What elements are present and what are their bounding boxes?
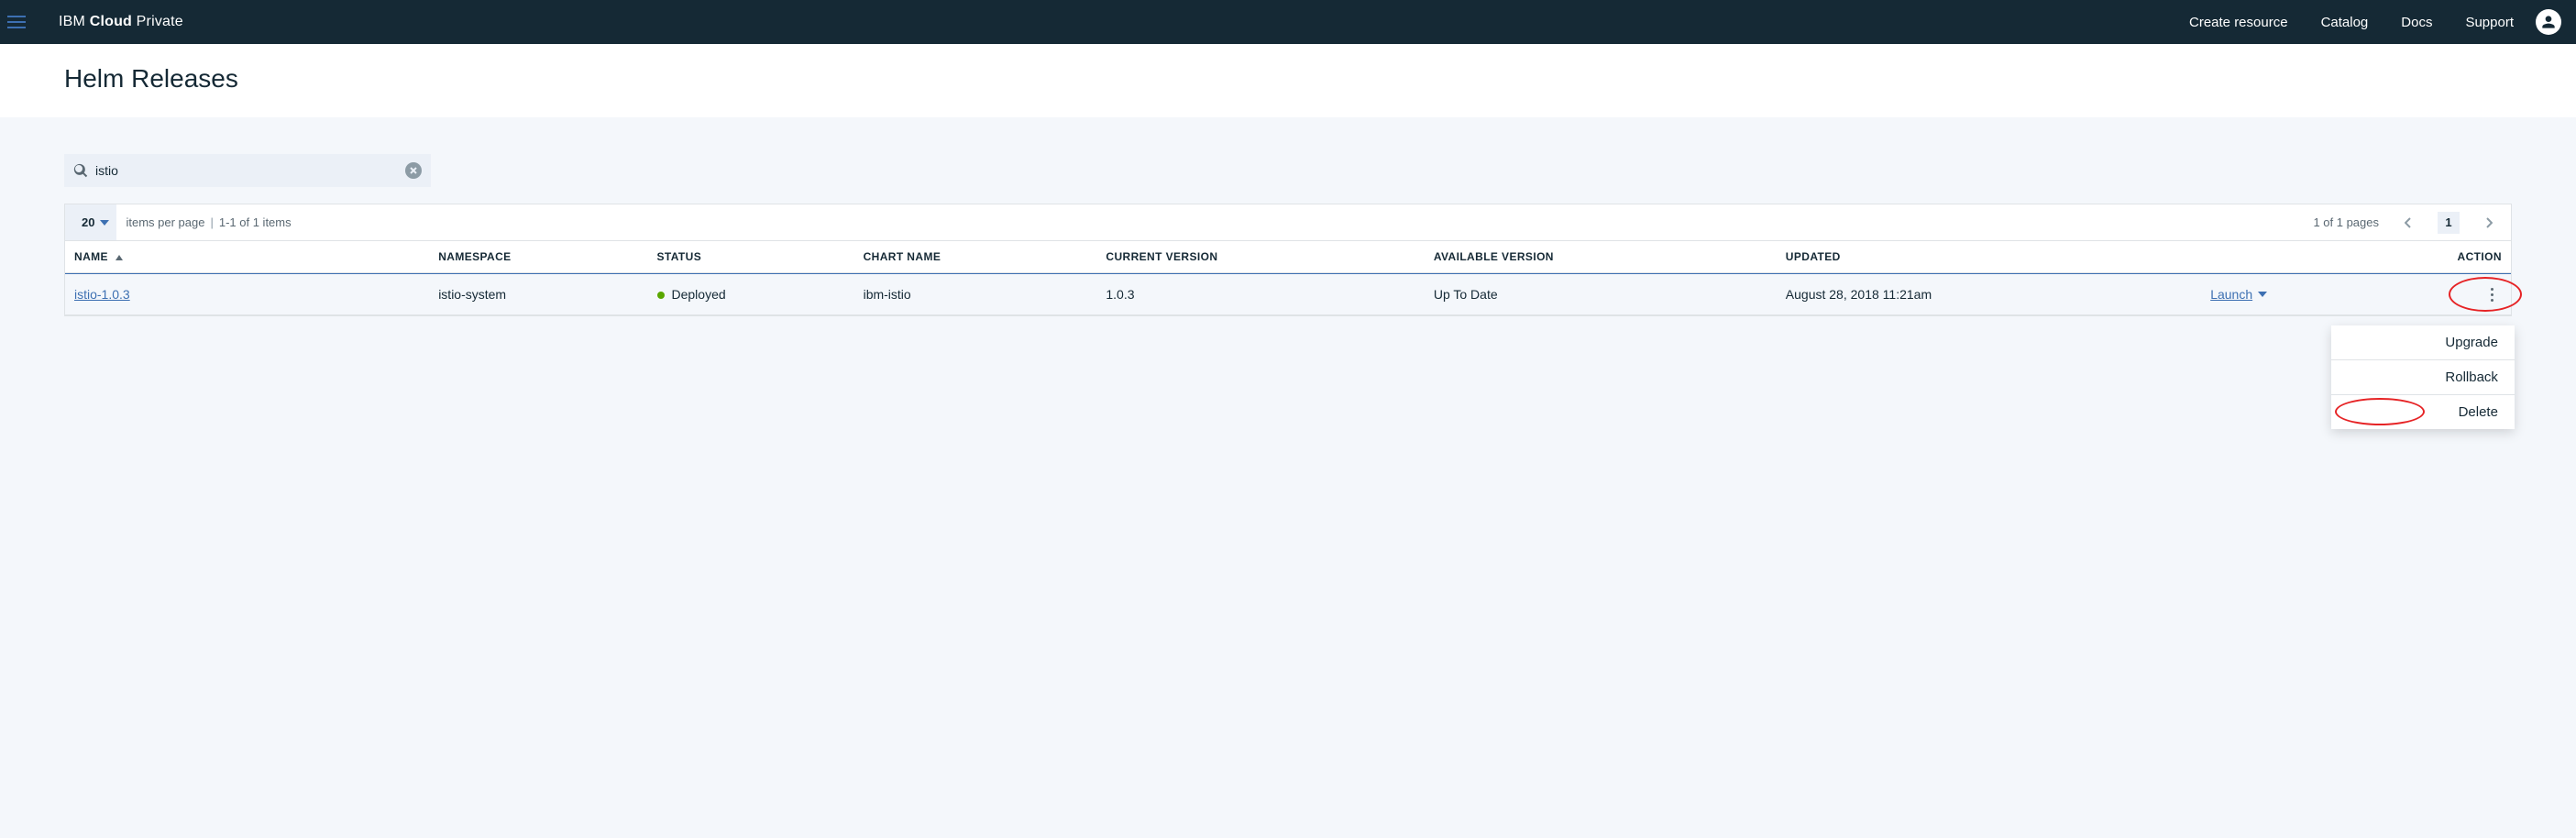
cell-available-version: Up To Date: [1434, 287, 1786, 302]
table-controls: 20 items per page | 1-1 of 1 items 1 of …: [65, 204, 2511, 241]
search-input[interactable]: [95, 163, 405, 178]
cell-namespace: istio-system: [438, 287, 656, 302]
prev-page-button[interactable]: [2395, 210, 2421, 236]
divider: |: [210, 215, 213, 229]
col-header-name[interactable]: NAME: [74, 250, 438, 263]
user-avatar-icon[interactable]: [2536, 9, 2561, 35]
nav-docs[interactable]: Docs: [2401, 15, 2432, 30]
cell-current-version: 1.0.3: [1106, 287, 1433, 302]
pages-label: 1 of 1 pages: [2313, 215, 2379, 229]
brand-bold: Cloud: [90, 14, 132, 29]
chevron-down-icon: [100, 220, 109, 226]
chevron-right-icon: [2485, 217, 2493, 228]
per-page-value: 20: [82, 215, 94, 229]
table-header: NAME NAMESPACE STATUS CHART NAME CURRENT…: [65, 241, 2511, 273]
page-title: Helm Releases: [64, 64, 2512, 94]
next-page-button[interactable]: [2476, 210, 2502, 236]
brand-prefix: IBM: [59, 14, 90, 29]
cell-status: Deployed: [657, 287, 864, 302]
nav-support[interactable]: Support: [2465, 15, 2514, 30]
chevron-left-icon: [2405, 217, 2412, 228]
top-bar: IBM Cloud Private Create resource Catalo…: [0, 0, 2576, 44]
top-nav: Create resource Catalog Docs Support: [2189, 15, 2514, 30]
brand-logo: IBM Cloud Private: [59, 14, 183, 30]
col-header-action: ACTION: [2381, 250, 2502, 263]
status-dot-icon: [657, 292, 665, 299]
release-name-link[interactable]: istio-1.0.3: [74, 287, 130, 302]
col-header-status[interactable]: STATUS: [657, 250, 864, 263]
per-page-label: items per page: [126, 215, 204, 229]
page-header: Helm Releases: [0, 44, 2576, 117]
search-icon: [73, 163, 88, 178]
row-actions-menu: Upgrade Rollback Delete: [2331, 325, 2515, 429]
col-header-updated[interactable]: UPDATED: [1786, 250, 2210, 263]
col-header-current-version[interactable]: CURRENT VERSION: [1106, 250, 1433, 263]
chevron-down-icon: [2258, 292, 2267, 297]
col-header-chart[interactable]: CHART NAME: [864, 250, 1106, 263]
cell-chart: ibm-istio: [864, 287, 1106, 302]
search-box: [64, 154, 431, 187]
col-header-launch: [2210, 250, 2380, 263]
col-header-namespace[interactable]: NAMESPACE: [438, 250, 656, 263]
menu-item-delete[interactable]: Delete: [2331, 394, 2515, 429]
clear-search-icon[interactable]: [405, 162, 422, 179]
hamburger-icon[interactable]: [7, 11, 29, 33]
sort-asc-icon: [116, 250, 123, 263]
launch-link[interactable]: Launch: [2210, 287, 2267, 302]
nav-create-resource[interactable]: Create resource: [2189, 15, 2288, 30]
menu-item-rollback[interactable]: Rollback: [2331, 359, 2515, 394]
brand-suffix: Private: [132, 14, 183, 29]
per-page-selector[interactable]: 20: [65, 204, 116, 240]
col-header-available-version[interactable]: AVAILABLE VERSION: [1434, 250, 1786, 263]
range-label: 1-1 of 1 items: [219, 215, 292, 229]
nav-catalog[interactable]: Catalog: [2321, 15, 2369, 30]
row-actions-button[interactable]: [2483, 283, 2502, 305]
current-page[interactable]: 1: [2438, 212, 2460, 234]
annotation-ellipse: [2335, 398, 2425, 425]
table-row: istio-1.0.3 istio-system Deployed ibm-is…: [65, 273, 2511, 315]
cell-updated: August 28, 2018 11:21am: [1786, 287, 2210, 302]
content-area: 20 items per page | 1-1 of 1 items 1 of …: [0, 117, 2576, 390]
menu-item-upgrade[interactable]: Upgrade: [2331, 325, 2515, 359]
table-card: 20 items per page | 1-1 of 1 items 1 of …: [64, 204, 2512, 316]
